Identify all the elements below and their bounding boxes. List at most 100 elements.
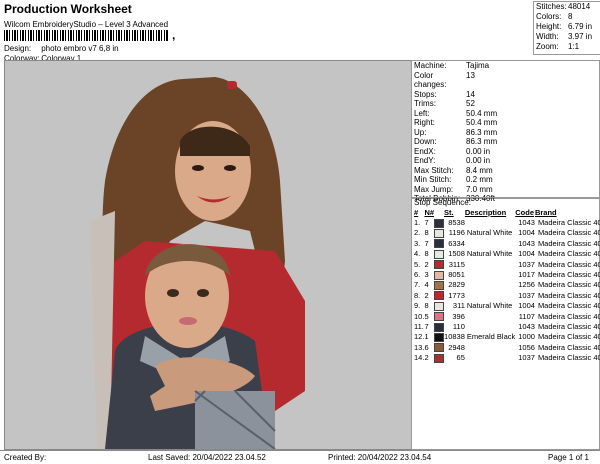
col-header: # [414, 208, 419, 217]
thread-description: Natural White [466, 249, 513, 259]
info-label: Max Jump: [414, 184, 454, 194]
needle-number: 4 [424, 280, 429, 290]
stitch-count: 311 [452, 301, 465, 311]
table-row: 11. 7 110 1043 Madeira Classic 40 [414, 322, 600, 332]
stop-number: 3. [414, 238, 421, 248]
stat-row: Height: 6.79 in [534, 22, 600, 32]
stat-value: 6.79 in [568, 22, 593, 31]
stop-sequence-table: # N# St. Description Code Brand 1. 7 8538 1… [414, 208, 600, 364]
info-row: Machine: Tajima [412, 61, 599, 71]
stat-row: Colors: 8 [534, 12, 600, 22]
thread-code: 1004 [518, 301, 535, 311]
thread-code: 1004 [518, 228, 535, 238]
stat-label: Colors: [536, 12, 562, 21]
color-swatch [434, 291, 445, 301]
thread-brand: Madeira Classic 40 [537, 332, 600, 342]
info-row: EndY: 0.00 in [412, 156, 599, 166]
color-swatch [434, 228, 445, 238]
swatch-box [434, 353, 445, 363]
color-swatch [434, 301, 445, 311]
printed-date: Printed: 20/04/2022 23.04.54 [328, 453, 432, 462]
info-value: 13 [466, 70, 475, 80]
thread-description [465, 280, 515, 290]
info-value: 86.3 mm [466, 137, 498, 146]
info-value: 14 [466, 89, 475, 99]
stat-row: Zoom: 1:1 [534, 42, 600, 52]
table-header-row: # N# St. Description Code Brand [414, 208, 600, 218]
thread-brand: Madeira Classic 40 [537, 311, 600, 321]
stop-number: 11. [414, 322, 424, 332]
table-row: 8. 2 1773 1037 Madeira Classic 40 [414, 291, 600, 301]
needle-number: 2 [424, 259, 429, 269]
thread-description [465, 239, 515, 249]
info-label: Down: [414, 137, 437, 146]
col-header: Code [515, 208, 534, 217]
needle-number: 8 [424, 249, 429, 259]
needle-number: 2 [424, 290, 429, 300]
thread-code: 1037 [518, 290, 535, 300]
table-row: 2. 8 1196 Natural White 1004 Madeira Classic … [414, 228, 600, 238]
thread-code: 1107 [518, 311, 535, 321]
design-preview [4, 60, 412, 450]
color-swatch [434, 353, 445, 363]
stitch-count: 8538 [448, 218, 465, 227]
stat-value: 1:1 [568, 42, 580, 51]
needle-number: 7 [424, 218, 429, 227]
design-row: Design: photo embro v7 6,8 in [4, 44, 119, 53]
thread-brand: Madeira Classic 40 [537, 270, 600, 280]
stitch-count: 10838 [444, 332, 465, 342]
table-row: 9. 8 311 Natural White 1004 Madeira Classic 4… [414, 301, 600, 311]
info-value: Tajima [466, 61, 490, 70]
stat-label: Width: [536, 32, 559, 41]
page-title: Production Worksheet [4, 2, 132, 16]
col-header: St. [444, 208, 454, 217]
needle-number: 8 [424, 228, 429, 238]
stitch-count: 3115 [448, 259, 465, 269]
info-row: Max Jump: 7.0 mm [412, 185, 599, 195]
swatch-box [434, 228, 445, 238]
info-row: Color changes: 13 [412, 71, 599, 90]
page-number: Page 1 of 1 [548, 453, 589, 462]
color-swatch [434, 280, 445, 290]
stop-number: 13. [414, 342, 425, 352]
girl-eye-left [192, 165, 204, 171]
stat-value: 8 [568, 12, 573, 21]
stat-label: Zoom: [536, 42, 559, 51]
stop-number: 1. [414, 218, 421, 227]
thread-code: 1056 [518, 342, 535, 352]
info-value: 0.2 mm [466, 175, 493, 184]
stop-number: 5. [414, 259, 421, 269]
needle-number: 7 [424, 238, 429, 248]
info-row: Min Stitch: 0.2 mm [412, 175, 599, 185]
info-value: 50.4 mm [466, 108, 498, 118]
barcode [4, 30, 169, 41]
stop-sequence-label: Stop Sequence: [414, 198, 471, 207]
machine-info-box: Machine: Tajima Color changes: 13 Stops: 14… [411, 60, 600, 203]
thread-code: 1043 [518, 238, 535, 248]
col-header: Brand [534, 208, 557, 217]
info-row: Max Stitch: 8.4 mm [412, 166, 599, 176]
thread-brand: Madeira Classic 40 [537, 301, 600, 311]
created-by: Created By: [4, 453, 47, 462]
thread-description: Natural White [466, 228, 513, 238]
thread-brand: Madeira Classic 40 [537, 249, 600, 259]
info-value: 52 [466, 99, 475, 108]
thread-description [465, 322, 515, 332]
design-label: Design: [4, 44, 32, 53]
stop-number: 9. [414, 301, 421, 311]
swatch-box [434, 239, 445, 249]
thread-brand: Madeira Classic 40 [537, 228, 600, 238]
stop-number: 2. [414, 228, 421, 238]
info-row: Down: 86.3 mm [412, 137, 599, 147]
needle-number: 8 [424, 301, 429, 311]
last-saved: Last Saved: 20/04/2022 23.04.52 [148, 453, 266, 462]
swatch-box [434, 280, 445, 290]
info-value: 0.00 in [466, 156, 491, 165]
info-label: Right: [414, 118, 435, 127]
col-header [434, 208, 444, 218]
swatch-box [434, 249, 445, 259]
color-swatch [434, 249, 445, 259]
stitch-count: 1508 [448, 249, 465, 259]
thread-description [465, 260, 515, 270]
thread-brand: Madeira Classic 40 [537, 290, 600, 300]
